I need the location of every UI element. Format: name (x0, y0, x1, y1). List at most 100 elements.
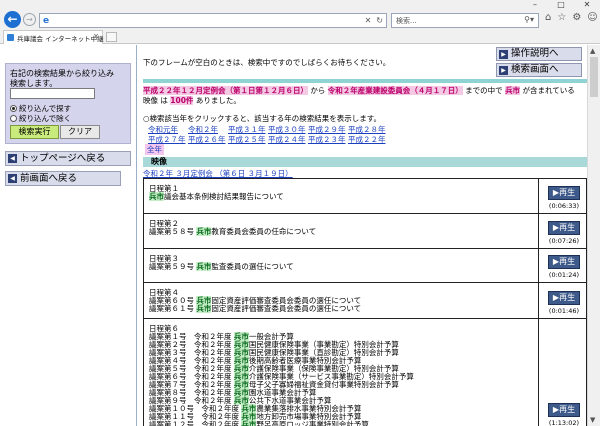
play-button[interactable]: ▶再生 (548, 291, 580, 305)
browser-tools: ⌂ ☆ ⚙ ☺ (545, 12, 598, 23)
keyword-highlight: 兵市 (196, 227, 212, 236)
vertical-scrollbar[interactable]: ▲ ▼ (587, 45, 600, 426)
video-description-cell: 日程第３ 議案第５９号 兵市監査委員の選任について (144, 249, 539, 282)
play-label: 再生 (559, 405, 576, 414)
play-button[interactable]: ▶再生 (548, 221, 580, 235)
agenda-line: 議案第６１号 兵市固定資産評価審査委員会委員の選任について (149, 304, 362, 313)
search-icon[interactable]: ⚲▾ (524, 15, 534, 24)
top-page-button[interactable]: ◀ トップページへ戻る (5, 151, 131, 166)
video-description-cell: 日程第４ 議案第６０号 兵市固定資産評価審査委員会委員の選任について 議案第６１号 … (144, 283, 539, 318)
year-link[interactable]: 平成２５年 (228, 134, 266, 145)
forward-button[interactable]: → (23, 13, 36, 26)
video-row: 日程第６ 議案第１号 令和２年度 兵市一般会計予算 議案第２号 令和２年度 兵市国民… (144, 319, 586, 426)
play-button[interactable]: ▶再生 (548, 255, 580, 269)
tab-bar: 兵庫議会 インターネット中継 × (0, 30, 600, 44)
cond-keyword: 兵市 (505, 86, 521, 95)
cond-count: 100件 (170, 96, 194, 105)
play-label: 再生 (559, 223, 576, 232)
year-link[interactable]: 平成２４年 (268, 134, 306, 145)
video-description-cell: 日程第６ 議案第１号 令和２年度 兵市一般会計予算 議案第２号 令和２年度 兵市国民… (144, 319, 539, 426)
video-description-cell: 日程第１ 兵市議会基本条例検討結果報告について (144, 179, 539, 213)
agenda-line: 議案第５９号 兵市監査委員の選任について (149, 262, 294, 271)
arrow-right-icon: ▶ (499, 49, 508, 59)
agenda-segment: 固定資産評価審査委員会委員の選任について (211, 304, 362, 313)
play-label: 再生 (559, 293, 576, 302)
arrow-left-icon: ◀ (8, 174, 17, 183)
agenda-segment: 監査委員の選任について (211, 262, 294, 271)
arrow-left-icon: ◀ (8, 154, 17, 163)
refine-keyword-input[interactable] (10, 88, 95, 99)
maximize-button[interactable]: □ (548, 0, 574, 10)
radio-exclude-dot[interactable] (10, 115, 17, 122)
agenda-segment: 議案第５８号 (149, 227, 197, 236)
help-button[interactable]: ▶ 操作説明へ (496, 47, 582, 61)
agenda-line: 議案第５８号 兵市教育委員会委員の任命について (149, 227, 317, 236)
video-duration: (1:13:02) (548, 419, 580, 426)
agenda-line: 議案第１２号 令和２年度 兵市野呂高原ロッジ事業特別会計予算 (149, 420, 414, 426)
clear-address-icon[interactable]: ✕ (365, 16, 372, 25)
year-link[interactable]: 平成２２年 (348, 134, 386, 145)
video-row: 日程第２ 議案第５８号 兵市教育委員会委員の任命について ▶再生 (0:07:26) (144, 214, 586, 249)
radio-include-dot[interactable] (10, 105, 17, 112)
video-play-cell: ▶再生 (0:01:24) (540, 249, 587, 282)
tab-favicon-icon (7, 34, 14, 41)
browser-search-input[interactable]: 検索... ⚲▾ (391, 13, 539, 28)
ie-logo-icon: e (43, 16, 50, 26)
favorites-star-icon[interactable]: ☆ (557, 12, 566, 23)
clear-button[interactable]: クリア (60, 125, 100, 139)
previous-page-label: 前画面へ戻る (20, 173, 78, 184)
refine-search-panel: 右記の検索結果から絞り込み 検索します。 絞り込んで探す 絞り込んで除く 検索実… (5, 63, 131, 144)
section-title: 映像 (143, 157, 587, 167)
year-link[interactable]: 平成２６年 (188, 134, 226, 145)
browser-toolbar: – □ ✕ ← → e ✕ ↻ 検索... ⚲▾ ⌂ ☆ ⚙ ☺ (0, 0, 600, 30)
year-hint: ○検索該当年をクリックすると、該当する年の検索結果を表示します。 (143, 114, 381, 123)
play-button[interactable]: ▶再生 (548, 186, 580, 200)
video-list: 日程第１ 兵市議会基本条例検討結果報告について ▶再生 (0:06:33) 日程第２ 議案… (143, 178, 587, 426)
agenda-segment: 議案第５９号 (149, 262, 197, 271)
keyword-highlight: 兵市 (196, 262, 212, 271)
minimize-button[interactable]: – (522, 0, 548, 10)
play-label: 再生 (559, 188, 576, 197)
search-execute-button[interactable]: 検索実行 (10, 125, 59, 139)
refresh-icon[interactable]: ↻ (376, 16, 383, 25)
close-window-button[interactable]: ✕ (574, 0, 600, 10)
radio-exclude[interactable]: 絞り込んで除く (10, 113, 71, 124)
previous-page-button[interactable]: ◀ 前画面へ戻る (5, 171, 121, 186)
year-all-link[interactable]: 全年 (145, 144, 164, 155)
video-play-cell: ▶再生 (0:01:46) (540, 283, 587, 318)
cond-to: 令和２年産業建設委員会（４月１７日） (327, 86, 463, 95)
help-label: 操作説明へ (511, 48, 559, 59)
address-bar[interactable]: e ✕ ↻ (39, 13, 387, 28)
search-screen-label: 検索画面へ (511, 64, 559, 75)
settings-gear-icon[interactable]: ⚙ (572, 12, 581, 23)
home-icon[interactable]: ⌂ (545, 12, 551, 23)
play-button[interactable]: ▶再生 (548, 403, 580, 417)
feedback-smiley-icon[interactable]: ☺ (587, 12, 597, 23)
video-play-cell: ▶再生 (1:13:02) (540, 319, 587, 426)
agenda-segment: 議会基本条例検討結果報告について (164, 192, 284, 201)
scroll-down-icon[interactable]: ▼ (590, 416, 595, 424)
scroll-thumb[interactable] (590, 57, 598, 97)
scroll-up-icon[interactable]: ▲ (590, 47, 595, 55)
window-controls: – □ ✕ (522, 0, 600, 10)
cond-made: までの中で (462, 86, 506, 95)
radio-exclude-label: 絞り込んで除く (19, 114, 72, 123)
tab-active[interactable]: 兵庫議会 インターネット中継 × (3, 30, 104, 44)
agenda-text: 日程第４ 議案第６０号 兵市固定資産評価審査委員会委員の選任について 議案第６１号 … (149, 289, 361, 313)
year-link[interactable]: 平成２３年 (308, 134, 346, 145)
play-label: 再生 (559, 257, 576, 266)
top-page-label: トップページへ戻る (20, 153, 106, 164)
agenda-segment: 教育委員会委員の任命について (211, 227, 317, 236)
search-screen-button[interactable]: ▶ 検索画面へ (496, 63, 582, 77)
video-row: 日程第１ 兵市議会基本条例検討結果報告について ▶再生 (0:06:33) (144, 179, 586, 214)
back-button[interactable]: ← (4, 11, 21, 28)
cond-kara: から (308, 86, 328, 95)
tab-title: 兵庫議会 インターネット中継 (17, 35, 104, 43)
video-play-cell: ▶再生 (0:07:26) (540, 214, 587, 248)
tab-close-icon[interactable]: × (93, 32, 99, 40)
agenda-text: 日程第１ 兵市議会基本条例検討結果報告について (149, 185, 284, 201)
new-tab-button[interactable] (106, 32, 117, 42)
agenda-segment: 議案第１２号 令和２年度 (149, 420, 242, 426)
agenda-text: 日程第２ 議案第５８号 兵市教育委員会委員の任命について (149, 220, 316, 236)
video-duration: (0:01:24) (548, 271, 580, 279)
